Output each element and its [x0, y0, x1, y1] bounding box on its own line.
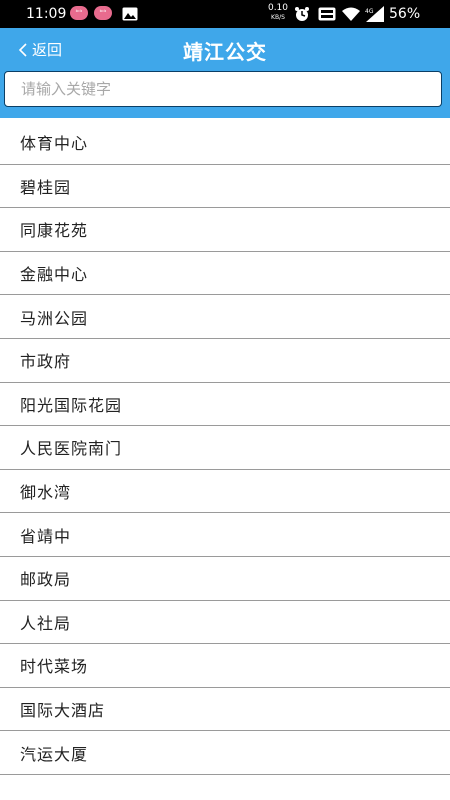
signal-4g-icon: 4G: [365, 6, 384, 22]
status-time: 11:09: [26, 6, 67, 22]
app-notification-icon: ᵇᶦˡᶦ: [94, 6, 112, 20]
stop-list: 体育中心 碧桂园 同康花苑 金融中心 马洲公园 市政府 阳光国际花园 人民医院南门 御水湾 省靖中…: [0, 121, 450, 775]
list-item[interactable]: 人民医院南门: [0, 426, 450, 470]
page-title: 靖江公交: [183, 40, 267, 64]
app-bar: 返回 靖江公交: [0, 28, 450, 70]
list-item[interactable]: 邮政局: [0, 557, 450, 601]
battery-level: 56%: [389, 6, 421, 22]
list-item[interactable]: 碧桂园: [0, 165, 450, 209]
list-item[interactable]: 时代菜场: [0, 644, 450, 688]
list-item[interactable]: 省靖中: [0, 513, 450, 557]
svg-text:4G: 4G: [365, 8, 374, 15]
alarm-icon: [295, 7, 309, 21]
list-item[interactable]: 阳光国际花园: [0, 383, 450, 427]
status-bar: 11:09 ᵇᶦˡᶦ ᵇᶦˡᶦ 0.10 KB/S 4G 56%: [0, 0, 450, 28]
list-item[interactable]: 人社局: [0, 601, 450, 645]
search-bar: [0, 70, 450, 118]
list-item[interactable]: 体育中心: [0, 121, 450, 165]
list-item[interactable]: 御水湾: [0, 470, 450, 514]
app-notification-icon: ᵇᶦˡᶦ: [70, 6, 88, 20]
gallery-icon: [122, 7, 138, 21]
list-item[interactable]: 国际大酒店: [0, 688, 450, 732]
list-item[interactable]: 金融中心: [0, 252, 450, 296]
list-item[interactable]: 马洲公园: [0, 295, 450, 339]
wifi-icon: [342, 7, 360, 21]
volte-icon: [318, 7, 336, 21]
list-item[interactable]: 汽运大厦: [0, 731, 450, 775]
search-input[interactable]: [4, 71, 442, 107]
list-item[interactable]: 市政府: [0, 339, 450, 383]
list-item[interactable]: 同康花苑: [0, 208, 450, 252]
network-speed: 0.10 KB/S: [267, 3, 289, 22]
